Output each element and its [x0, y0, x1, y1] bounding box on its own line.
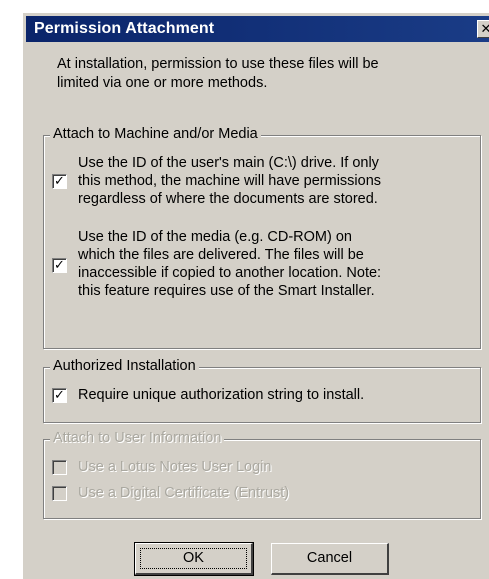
authorized-installation-group: Authorized Installation ✓ Require unique…	[43, 358, 481, 423]
require-authorization-checkbox[interactable]: ✓	[52, 388, 67, 403]
media-id-checkbox[interactable]: ✓	[52, 258, 67, 273]
drive-id-checkbox[interactable]: ✓	[52, 174, 67, 189]
lotus-notes-checkbox	[52, 460, 67, 475]
checkmark-icon: ✓	[54, 257, 65, 272]
lotus-notes-label: Use a Lotus Notes User Login	[78, 459, 272, 475]
media-id-label: Use the ID of the media (e.g. CD-ROM) on…	[78, 229, 382, 299]
machine-media-group: Attach to Machine and/or Media ✓ Use the…	[43, 126, 481, 349]
cancel-button[interactable]: Cancel	[271, 543, 389, 575]
drive-id-label: Use the ID of the user's main (C:\) driv…	[78, 155, 382, 207]
permission-attachment-dialog: Permission Attachment ✕ At installation,…	[22, 12, 489, 579]
digital-certificate-checkbox	[52, 486, 67, 501]
dialog-title: Permission Attachment	[34, 20, 215, 37]
user-information-group: Attach to User Information Use a Lotus N…	[43, 430, 481, 519]
focus-rectangle	[140, 548, 247, 569]
cancel-button-label: Cancel	[306, 550, 353, 566]
close-icon: ✕	[480, 21, 489, 36]
require-authorization-label: Require unique authorization string to i…	[78, 387, 365, 403]
checkmark-icon: ✓	[54, 173, 65, 188]
title-bar[interactable]: Permission Attachment ✕	[26, 16, 489, 42]
close-button[interactable]: ✕	[477, 20, 489, 38]
checkmark-icon: ✓	[54, 387, 65, 402]
authorized-installation-legend: Authorized Installation	[50, 358, 199, 374]
digital-certificate-label: Use a Digital Certificate (Entrust)	[78, 485, 290, 501]
intro-text: At installation, permission to use these…	[57, 56, 379, 91]
ok-button[interactable]: OK	[134, 542, 254, 576]
user-information-legend: Attach to User Information	[50, 430, 225, 446]
machine-media-legend: Attach to Machine and/or Media	[50, 126, 261, 142]
